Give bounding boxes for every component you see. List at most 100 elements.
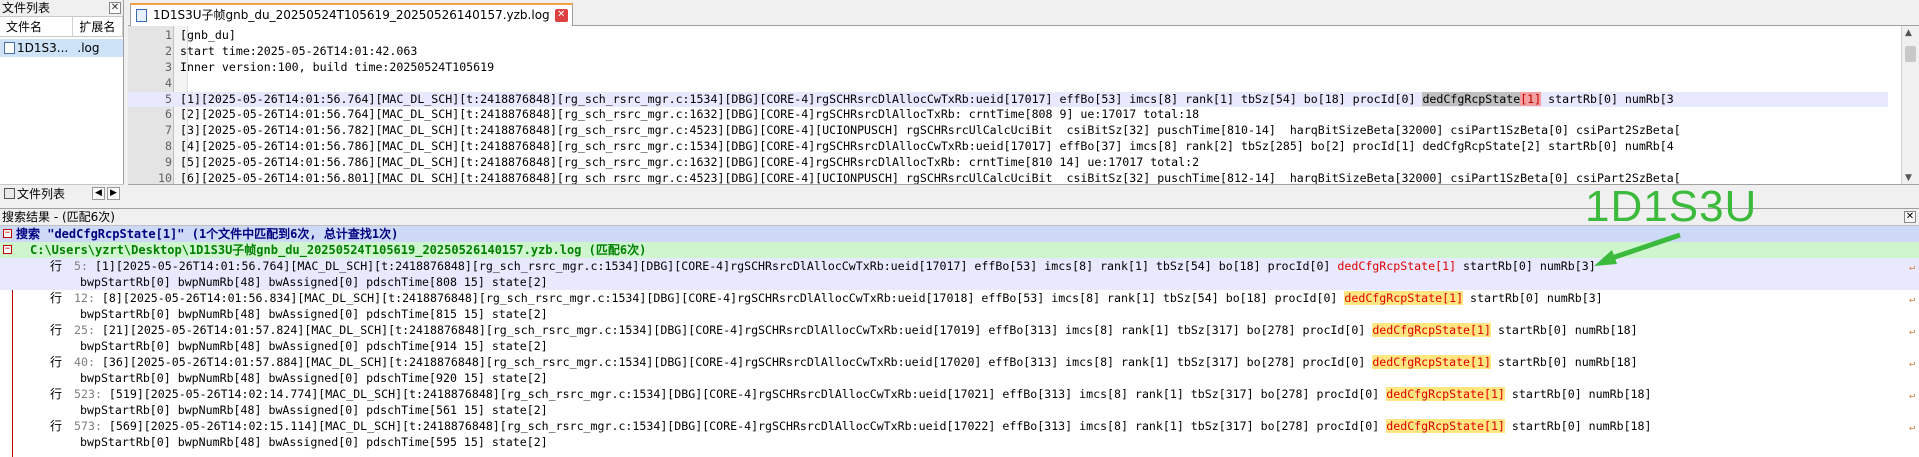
file-name: 1D1S3... (17, 41, 69, 55)
line-text: Inner version:100, build time:20250524T1… (180, 59, 495, 74)
search-hit-row[interactable]: 行 40: [36][2025-05-26T14:01:57.884][MAC_D… (0, 354, 1919, 386)
column-header-filename[interactable]: 文件名 (0, 17, 74, 36)
file-list-bottom-tab-bar: 文件列表 ◀ ▶ (0, 184, 124, 202)
editor-line[interactable]: 3 Inner version:100, build time:20250524T… (128, 60, 1888, 76)
search-hit-row[interactable]: 行 573: [569][2025-05-26T14:02:15.114][MAC… (0, 418, 1919, 450)
row-label: 行 (50, 323, 63, 337)
column-header-extension[interactable]: 扩展名 (73, 17, 123, 36)
file-list-header: 文件名 扩展名 (0, 17, 123, 37)
hit-continuation: bwpStartRb[0] bwpNumRb[48] bwAssigned[0]… (80, 339, 548, 353)
collapse-file-icon[interactable]: − (3, 245, 12, 254)
search-hit-row[interactable]: 行 5: [1][2025-05-26T14:01:56.764][MAC_DL_… (0, 258, 1919, 290)
file-icon (4, 42, 15, 54)
editor-lines: 1 [gnb_du] 2 start time:2025-05-26T14:01:42… (128, 28, 1888, 185)
hit-text-pre: [8][2025-05-26T14:01:56.834][MAC_DL_SCH]… (94, 291, 1345, 305)
hit-text-post: startRb[0] numRb[18] (1504, 387, 1652, 401)
file-list-title-bar: 文件列表 ✕ (0, 0, 123, 17)
hit-continuation: bwpStartRb[0] bwpNumRb[48] bwAssigned[0]… (80, 403, 548, 417)
line-number: 7 (165, 123, 172, 138)
hit-text-pre: [1][2025-05-26T14:01:56.764][MAC_DL_SCH]… (87, 259, 1338, 273)
hit-continuation: bwpStartRb[0] bwpNumRb[48] bwAssigned[0]… (80, 371, 548, 385)
hit-match: dedCfgRcpState[1] (1337, 259, 1457, 273)
search-file-row[interactable]: − C:\Users\yzrt\Desktop\1D1S3U子帧gnb_du_2… (0, 242, 1919, 258)
search-results-title: 搜索结果 - (匹配6次) (2, 210, 115, 224)
editor-line[interactable]: 4 (128, 76, 1888, 92)
search-hit-row[interactable]: 行 523: [519][2025-05-26T14:02:14.774][MAC… (0, 386, 1919, 418)
scroll-up-icon[interactable]: ▲ (1905, 28, 1912, 38)
line-text: [6][2025-05-26T14:01:56.801][MAC_DL_SCH]… (180, 171, 1681, 185)
file-list-row[interactable]: 1D1S3... .log (0, 39, 123, 57)
editor-line[interactable]: 9 [5][2025-05-26T14:01:56.786][MAC_DL_SCH… (128, 155, 1888, 171)
hit-text-post: startRb[0] numRb[18] (1490, 323, 1638, 337)
tab-next-icon[interactable]: ▶ (107, 187, 120, 200)
text-editor[interactable]: 1 [gnb_du] 2 start time:2025-05-26T14:01:42… (128, 26, 1919, 185)
scroll-down-icon[interactable]: ▼ (1905, 173, 1912, 183)
editor-tab-title: 1D1S3U子帧gnb_du_20250524T105619_202505261… (153, 8, 550, 22)
hit-text-post: startRb[0] numRb[3] (1463, 291, 1603, 305)
hit-continuation: bwpStartRb[0] bwpNumRb[48] bwAssigned[0]… (80, 435, 548, 449)
editor-line[interactable]: 7 [3][2025-05-26T14:01:56.782][MAC_DL_SCH… (128, 123, 1888, 139)
editor-line[interactable]: 6 [2][2025-05-26T14:01:56.764][MAC_DL_SCH… (128, 107, 1888, 123)
search-hit-row[interactable]: 行 12: [8][2025-05-26T14:01:56.834][MAC_DL… (0, 290, 1919, 322)
line-number: 2 (165, 43, 172, 58)
row-label: 行 (50, 387, 63, 401)
editor-line[interactable]: 1 [gnb_du] (128, 28, 1888, 44)
wrap-arrow-icon: ↵ (1908, 422, 1915, 433)
scroll-thumb[interactable] (1905, 46, 1916, 62)
hit-text: 12: [8][2025-05-26T14:01:56.834][MAC_DL_… (74, 290, 1603, 306)
search-summary: 搜索 "dedCfgRcpState[1]" (1个文件中匹配到6次, 总计查找… (16, 227, 399, 241)
file-ext-cell: .log (77, 41, 100, 55)
line-number: 8 (165, 139, 172, 154)
hit-text: 40: [36][2025-05-26T14:01:57.884][MAC_DL… (74, 354, 1638, 370)
tab-prev-icon[interactable]: ◀ (92, 187, 105, 200)
line-text: [gnb_du] (180, 28, 236, 42)
hit-match: dedCfgRcpState[1] (1372, 355, 1491, 369)
hit-continuation: bwpStartRb[0] bwpNumRb[48] bwAssigned[0]… (80, 275, 548, 289)
search-results-panel: − 搜索 "dedCfgRcpState[1]" (1个文件中匹配到6次, 总计… (0, 226, 1919, 457)
line-number: 6 (165, 107, 172, 122)
document-icon (136, 9, 147, 22)
line-number: 3 (165, 59, 172, 74)
hit-line-number: 12: (74, 291, 95, 305)
row-label: 行 (50, 291, 63, 305)
editor-tab-bar: 1D1S3U子帧gnb_du_20250524T105619_202505261… (128, 0, 1919, 26)
editor-line[interactable]: 8 [4][2025-05-26T14:01:56.786][MAC_DL_SCH… (128, 139, 1888, 155)
close-tab-icon[interactable]: ✕ (554, 9, 568, 22)
hit-text-post: startRb[0] numRb[18] (1490, 355, 1638, 369)
hit-text-post: startRb[0] numRb[18] (1504, 419, 1652, 433)
line-text-pre: [1][2025-05-26T14:01:56.764][MAC_DL_SCH]… (180, 91, 1423, 106)
collapse-icon[interactable]: − (3, 229, 12, 238)
row-label: 行 (50, 419, 63, 433)
line-number: 9 (165, 155, 172, 170)
wrap-arrow-icon: ↵ (1908, 294, 1915, 305)
editor-line[interactable]: 2 start time:2025-05-26T14:01:42.063 (128, 44, 1888, 60)
editor-line[interactable]: 5 [1][2025-05-26T14:01:56.764][MAC_DL_SCH… (128, 91, 1888, 108)
line-text: start time:2025-05-26T14:01:42.063 (180, 43, 418, 58)
hit-match: dedCfgRcpState[1] (1344, 291, 1464, 305)
line-text: [2][2025-05-26T14:01:56.764][MAC_DL_SCH]… (180, 107, 1200, 122)
file-list-bottom-tab[interactable]: 文件列表 (17, 187, 65, 201)
selected-word: dedCfgRcpState (1422, 91, 1521, 106)
editor-tab[interactable]: 1D1S3U子帧gnb_du_20250524T105619_202505261… (130, 3, 573, 26)
hit-line-number: 5: (74, 259, 88, 273)
search-hit-row[interactable]: 行 25: [21][2025-05-26T14:01:57.824][MAC_D… (0, 322, 1919, 354)
close-icon[interactable]: ✕ (109, 2, 121, 14)
vertical-scrollbar[interactable]: ▲ ▼ (1901, 26, 1919, 184)
hit-line-number: 25: (74, 323, 95, 337)
hit-text: 573: [569][2025-05-26T14:02:15.114][MAC_… (74, 418, 1652, 434)
hit-line-number: 523: (74, 387, 102, 401)
bracket-highlight: [1] (1520, 91, 1542, 106)
hit-text-post: startRb[0] numRb[3] (1456, 259, 1596, 273)
hit-match: dedCfgRcpState[1] (1386, 387, 1505, 401)
results-close-icon[interactable]: ✕ (1904, 211, 1916, 223)
line-number: 5 (165, 91, 172, 106)
line-text-post: startRb[0] numRb[3 (1541, 91, 1674, 106)
file-list-tab-icon (4, 188, 15, 199)
hit-line-number: 573: (74, 419, 102, 433)
hit-match: dedCfgRcpState[1] (1372, 323, 1491, 337)
hit-text-pre: [36][2025-05-26T14:01:57.884][MAC_DL_SCH… (94, 355, 1373, 369)
hit-text: 523: [519][2025-05-26T14:02:14.774][MAC_… (74, 386, 1652, 402)
hit-line-number: 40: (74, 355, 95, 369)
hit-text: 5: [1][2025-05-26T14:01:56.764][MAC_DL_S… (74, 258, 1596, 274)
hit-text-pre: [569][2025-05-26T14:02:15.114][MAC_DL_SC… (101, 419, 1387, 433)
